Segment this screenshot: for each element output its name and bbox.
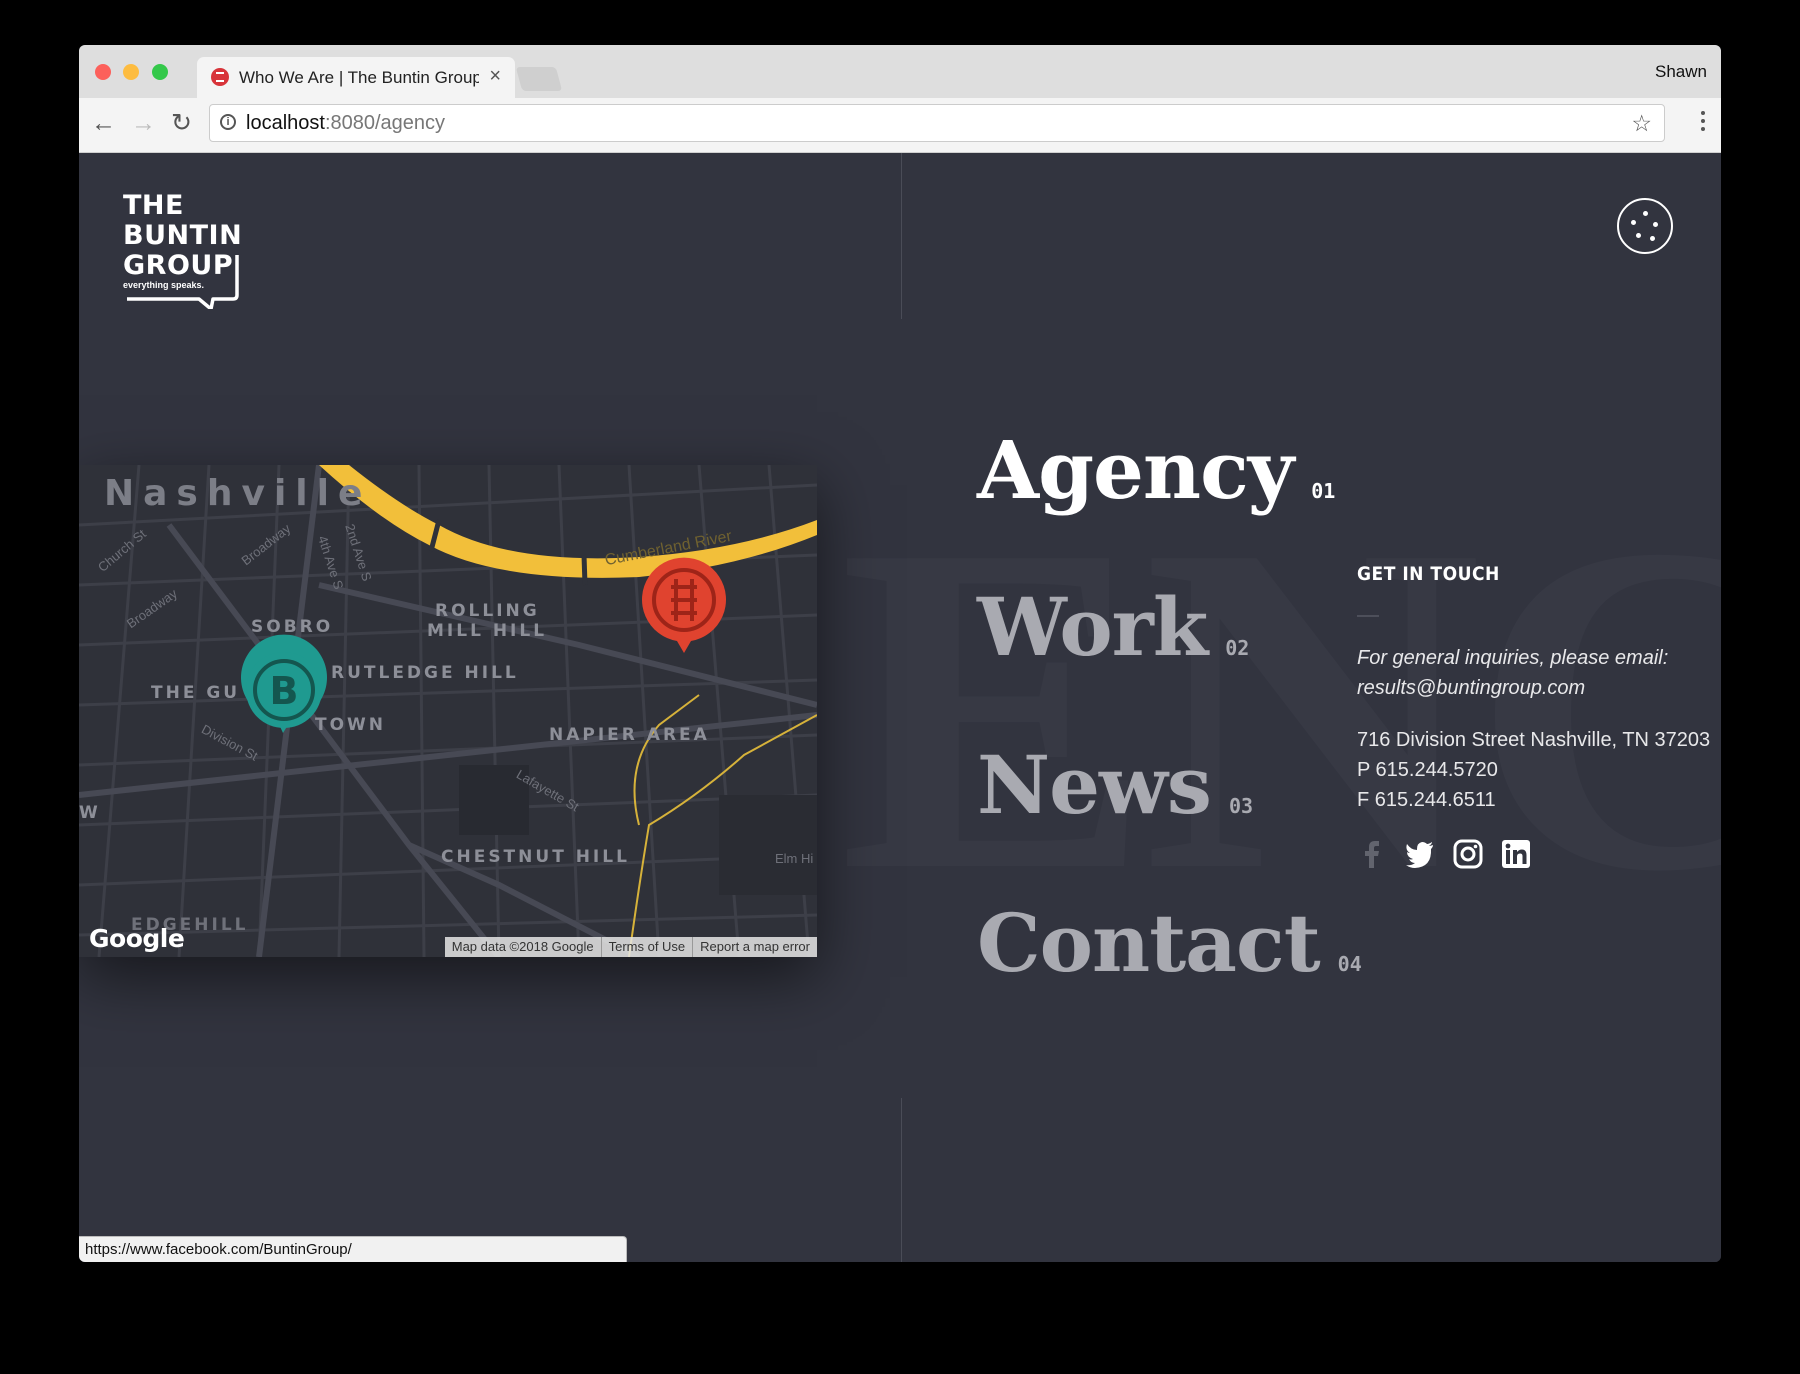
nav-num-agency: 01: [1311, 479, 1336, 503]
maximize-window-button[interactable]: [152, 64, 168, 80]
map-label-sobro: SOBRO: [251, 617, 334, 637]
svg-text:B: B: [270, 669, 299, 713]
url-path: :8080/agency: [324, 112, 446, 134]
map-label-the-gulch: THE GU: [151, 683, 241, 703]
address-text: 716 Division Street Nashville, TN 37203: [1357, 729, 1711, 751]
map-label-rolling: ROLLING: [435, 601, 540, 621]
reload-icon[interactable]: ↻: [171, 108, 192, 138]
street-label-elm-hill: Elm Hi: [775, 851, 814, 866]
fax-text: F 615.244.6511: [1357, 789, 1496, 811]
map-report-error-link[interactable]: Report a map error: [692, 937, 817, 957]
map-label-chestnut-hill: CHESTNUT HILL: [441, 847, 630, 867]
nav-item-news[interactable]: News 03: [977, 738, 1253, 832]
twitter-icon[interactable]: [1405, 839, 1435, 869]
map-terms-link[interactable]: Terms of Use: [600, 937, 693, 957]
menu-button[interactable]: [1617, 198, 1673, 254]
nav-num-work: 02: [1225, 636, 1250, 660]
instagram-icon[interactable]: [1453, 839, 1483, 869]
minimize-window-button[interactable]: [123, 64, 139, 80]
nav-item-contact[interactable]: Contact 04: [977, 896, 1362, 990]
map-label-napier-area: NAPIER AREA: [549, 725, 710, 745]
info-icon[interactable]: i: [220, 114, 236, 130]
center-divider-bottom: [901, 1098, 902, 1262]
map-label-mill-hill: MILL HILL: [427, 621, 548, 641]
map-label-west: W: [79, 803, 101, 823]
inquiry-email-link[interactable]: results@buntingroup.com: [1357, 673, 1721, 703]
tab-close-icon[interactable]: ×: [489, 65, 501, 88]
google-logo[interactable]: Google: [89, 924, 185, 953]
browser-menu-icon[interactable]: [1701, 111, 1705, 131]
address-bar[interactable]: i localhost:8080/agency ☆: [209, 104, 1665, 142]
social-links: [1357, 839, 1721, 869]
forward-arrow-icon[interactable]: →: [131, 108, 156, 138]
linkedin-icon[interactable]: [1501, 839, 1531, 869]
nav-label-news: News: [977, 738, 1212, 832]
tab-title: Who We Are | The Buntin Group: [239, 68, 479, 87]
nav-item-agency[interactable]: Agency 01: [977, 423, 1335, 517]
browser-tab[interactable]: Who We Are | The Buntin Group ×: [197, 57, 515, 98]
nav-label-agency: Agency: [977, 423, 1294, 517]
contact-rule: [1357, 615, 1379, 617]
center-divider-top: [901, 153, 902, 319]
back-arrow-icon[interactable]: ←: [91, 108, 116, 138]
map-label-town: TOWN: [315, 715, 387, 735]
phone-text: P 615.244.5720: [1357, 759, 1498, 781]
browser-toolbar: ← → ↻ i localhost:8080/agency ☆: [79, 98, 1721, 153]
browser-window: Who We Are | The Buntin Group × Shawn ← …: [79, 45, 1721, 1262]
bookmark-star-icon[interactable]: ☆: [1631, 110, 1652, 137]
google-map[interactable]: B Nashville SOBRO ROLLING MILL HILL RUTL…: [79, 465, 817, 957]
tab-bar: Who We Are | The Buntin Group × Shawn: [79, 45, 1721, 98]
status-bar-url: https://www.facebook.com/BuntinGroup/: [79, 1236, 627, 1262]
map-label-rutledge-hill: RUTLEDGE HILL: [331, 663, 519, 683]
favicon-icon: [211, 68, 229, 86]
map-city-label: Nashville: [104, 473, 372, 514]
nav-num-news: 03: [1228, 794, 1254, 818]
url-host: localhost: [246, 112, 325, 134]
speech-bubble-icon: [127, 255, 239, 309]
get-in-touch-section: GET IN TOUCH For general inquiries, plea…: [1357, 563, 1721, 869]
logo-line-the: THE: [123, 190, 184, 221]
contact-title: GET IN TOUCH: [1357, 563, 1500, 585]
page-content: ENCY THE BUNTIN GROUP everything speaks.: [79, 153, 1721, 1262]
map-data-credit: Map data ©2018 Google: [451, 939, 594, 954]
url-text[interactable]: localhost:8080/agency: [246, 112, 445, 135]
map-footer: Map data ©2018 Google Terms of Use Repor…: [444, 937, 817, 957]
close-window-button[interactable]: [95, 64, 111, 80]
facebook-icon[interactable]: [1357, 839, 1387, 869]
nav-item-work[interactable]: Work 02: [977, 580, 1249, 674]
buntin-logo[interactable]: THE BUNTIN GROUP everything speaks.: [123, 190, 253, 309]
profile-name[interactable]: Shawn: [1655, 62, 1707, 82]
nav-num-contact: 04: [1337, 952, 1362, 976]
inquiry-text: For general inquiries, please email:: [1357, 647, 1669, 669]
nav-label-contact: Contact: [977, 896, 1321, 990]
nav-label-work: Work: [977, 580, 1208, 674]
new-tab-button[interactable]: [515, 67, 563, 91]
